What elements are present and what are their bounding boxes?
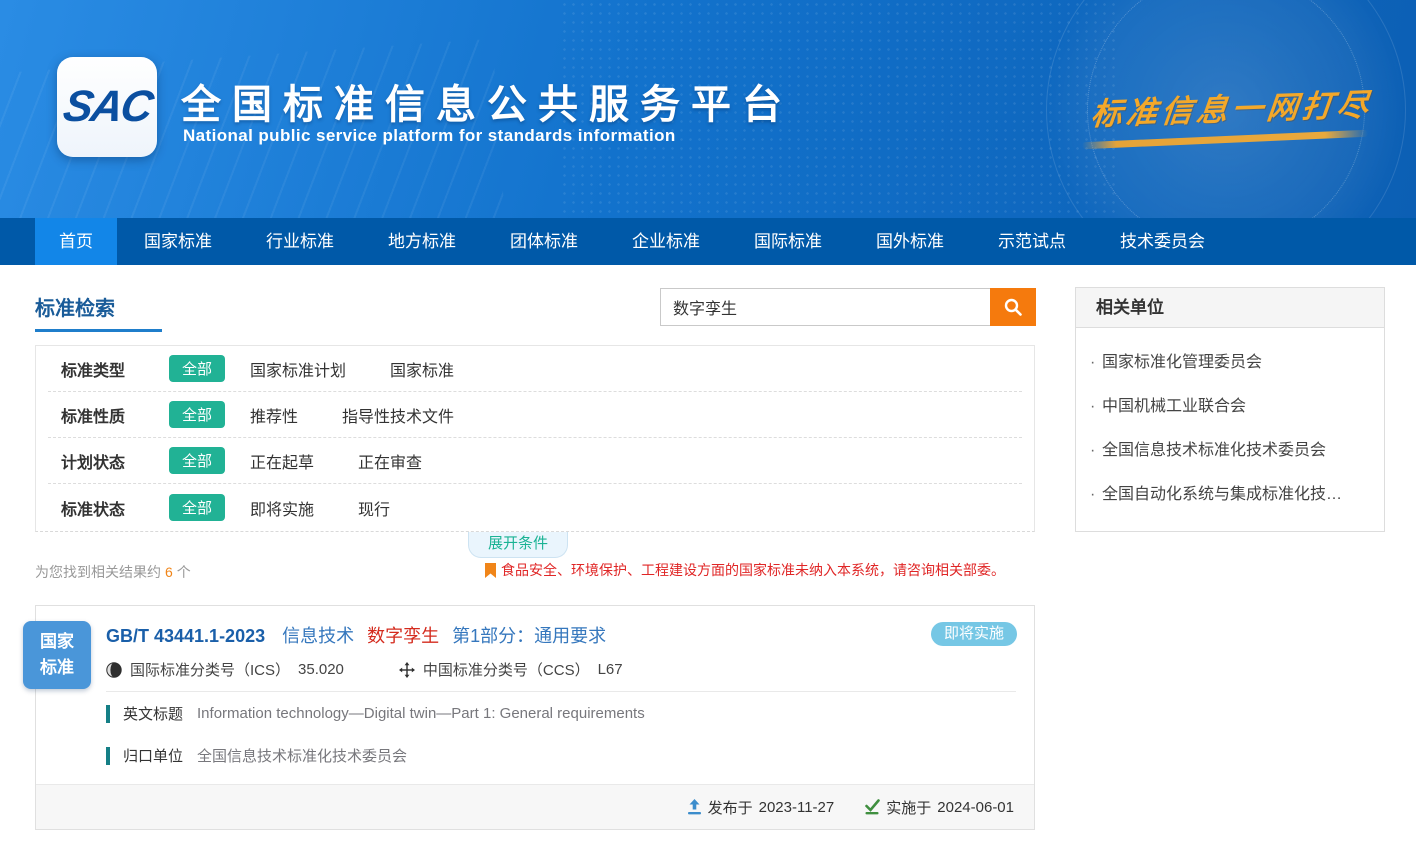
badge-line2: 标准	[40, 655, 74, 681]
notice-text: 食品安全、环境保护、工程建设方面的国家标准未纳入本系统，请咨询相关部委。	[501, 560, 1005, 580]
nav-item-home[interactable]: 首页	[35, 218, 117, 265]
ics-group: 国际标准分类号（ICS） 35.020	[106, 659, 344, 680]
sidebar-item-automation-systems-committee[interactable]: 全国自动化系统与集成标准化技…	[1090, 473, 1370, 517]
check-mark-icon	[864, 799, 880, 815]
publish-label: 发布于	[708, 797, 753, 818]
standard-title-highlight: 数字孪生	[367, 626, 439, 646]
filter-label: 标准性质	[61, 403, 131, 427]
standard-title-part1: 信息技术	[282, 626, 354, 646]
nav-item-group-standards[interactable]: 团体标准	[483, 218, 605, 265]
publish-date: 2023-11-27	[759, 799, 835, 816]
sidebar-item-sac[interactable]: 国家标准化管理委员会	[1090, 341, 1370, 385]
expand-conditions-button[interactable]: 展开条件	[468, 532, 568, 558]
nav-item-enterprise-standards[interactable]: 企业标准	[605, 218, 727, 265]
card-divider	[106, 691, 1016, 692]
section-title-standard-search: 标准检索	[35, 292, 115, 321]
dept-row: 归口单位 全国信息技术标准化技术委员会	[106, 745, 407, 766]
page: SAC 全国标准信息公共服务平台 National public service…	[0, 0, 1416, 845]
site-header: SAC 全国标准信息公共服务平台 National public service…	[0, 0, 1416, 218]
sac-logo[interactable]: SAC	[57, 57, 157, 157]
summary-count: 6	[165, 564, 173, 580]
globe-icon	[106, 662, 122, 678]
standard-title-part2: 第1部分：通用要求	[452, 626, 606, 646]
nav-item-local-standards[interactable]: 地方标准	[361, 218, 483, 265]
implement-date: 2024-06-01	[937, 799, 1014, 816]
filter-option-upcoming[interactable]: 即将实施	[250, 496, 314, 520]
card-footer: 发布于 2023-11-27 实施于 2024-06-01	[36, 784, 1034, 829]
filter-all-button[interactable]: 全部	[169, 494, 225, 521]
attr-bar	[106, 747, 110, 765]
ccs-value: L67	[598, 661, 623, 678]
filter-option-current[interactable]: 现行	[358, 496, 390, 520]
filter-row-standard-status: 标准状态 全部 即将实施 现行	[48, 484, 1022, 531]
results-summary: 为您找到相关结果约6个	[35, 562, 191, 582]
related-units-title: 相关单位	[1076, 288, 1384, 328]
badge-line1: 国家	[40, 629, 74, 655]
system-notice: 食品安全、环境保护、工程建设方面的国家标准未纳入本系统，请咨询相关部委。	[485, 560, 1005, 580]
sac-logo-text: SAC	[59, 82, 155, 132]
english-title-row: 英文标题 Information technology—Digital twin…	[106, 703, 645, 724]
compass-arrows-icon	[399, 662, 415, 678]
filter-label: 标准状态	[61, 496, 131, 520]
filter-option-national-standard[interactable]: 国家标准	[390, 357, 454, 381]
summary-suffix: 个	[177, 564, 191, 580]
classification-row: 国际标准分类号（ICS） 35.020 中国标准分类号（CCS） L67	[106, 659, 623, 680]
standard-result-card: 国家 标准 GB/T 43441.1-2023 信息技术 数字孪生 第1部分：通…	[35, 605, 1035, 830]
filter-row-plan-status: 计划状态 全部 正在起草 正在审查	[48, 438, 1022, 484]
filter-row-standard-type: 标准类型 全部 国家标准计划 国家标准	[48, 346, 1022, 392]
bookmark-icon	[485, 563, 496, 578]
filter-row-standard-nature: 标准性质 全部 推荐性 指导性技术文件	[48, 392, 1022, 438]
ics-value: 35.020	[298, 661, 344, 678]
publish-date-group: 发布于 2023-11-27	[687, 797, 835, 818]
related-units-panel: 相关单位 国家标准化管理委员会 中国机械工业联合会 全国信息技术标准化技术委员会…	[1075, 287, 1385, 532]
related-units-list: 国家标准化管理委员会 中国机械工业联合会 全国信息技术标准化技术委员会 全国自动…	[1076, 328, 1384, 517]
national-standard-badge: 国家 标准	[23, 621, 91, 689]
nav-item-technical-committee[interactable]: 技术委员会	[1093, 218, 1232, 265]
standard-code: GB/T 43441.1-2023	[106, 626, 265, 646]
search-icon	[1003, 297, 1023, 317]
status-badge-upcoming: 即将实施	[931, 622, 1017, 646]
filter-all-button[interactable]: 全部	[169, 447, 225, 474]
filter-option-guiding-document[interactable]: 指导性技术文件	[342, 403, 454, 427]
ics-label: 国际标准分类号（ICS）	[130, 659, 290, 680]
filter-option-national-plan[interactable]: 国家标准计划	[250, 357, 346, 381]
nav-item-international-standards[interactable]: 国际标准	[727, 218, 849, 265]
filter-panel: 标准类型 全部 国家标准计划 国家标准 标准性质 全部 推荐性 指导性技术文件 …	[35, 345, 1035, 532]
ccs-group: 中国标准分类号（CCS） L67	[399, 659, 623, 680]
summary-prefix: 为您找到相关结果约	[35, 564, 161, 580]
filter-all-button[interactable]: 全部	[169, 355, 225, 382]
filter-label: 标准类型	[61, 357, 131, 381]
filter-option-recommended[interactable]: 推荐性	[250, 403, 298, 427]
english-title-value: Information technology—Digital twin—Part…	[197, 705, 645, 722]
implement-label: 实施于	[886, 797, 931, 818]
filter-option-drafting[interactable]: 正在起草	[250, 449, 314, 473]
sidebar-item-machinery-federation[interactable]: 中国机械工业联合会	[1090, 385, 1370, 429]
english-title-label: 英文标题	[123, 703, 183, 724]
ccs-label: 中国标准分类号（CCS）	[423, 659, 590, 680]
sidebar-item-it-standardization-committee[interactable]: 全国信息技术标准化技术委员会	[1090, 429, 1370, 473]
filter-option-under-review[interactable]: 正在审查	[358, 449, 422, 473]
implement-date-group: 实施于 2024-06-01	[864, 797, 1014, 818]
search-button[interactable]	[990, 288, 1036, 326]
site-title-en: National public service platform for sta…	[183, 126, 676, 146]
site-title-cn: 全国标准信息公共服务平台	[181, 72, 793, 130]
dept-label: 归口单位	[123, 745, 183, 766]
section-title-underline	[35, 329, 162, 332]
nav-item-national-standards[interactable]: 国家标准	[117, 218, 239, 265]
filter-all-button[interactable]: 全部	[169, 401, 225, 428]
dept-value[interactable]: 全国信息技术标准化技术委员会	[197, 745, 407, 766]
main-nav: 首页 国家标准 行业标准 地方标准 团体标准 企业标准 国际标准 国外标准 示范…	[0, 218, 1416, 265]
nav-item-pilot-demo[interactable]: 示范试点	[971, 218, 1093, 265]
upload-arrow-icon	[687, 799, 702, 815]
nav-item-foreign-standards[interactable]: 国外标准	[849, 218, 971, 265]
standard-title-link[interactable]: GB/T 43441.1-2023 信息技术 数字孪生 第1部分：通用要求	[106, 622, 606, 648]
search-input[interactable]	[660, 288, 990, 326]
filter-label: 计划状态	[61, 449, 131, 473]
attr-bar	[106, 705, 110, 723]
nav-item-industry-standards[interactable]: 行业标准	[239, 218, 361, 265]
